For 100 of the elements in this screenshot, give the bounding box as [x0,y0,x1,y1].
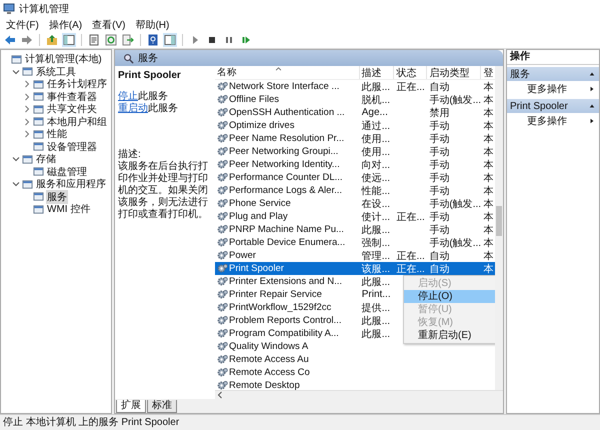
service-name[interactable]: Printer Repair Service [229,289,322,300]
service-name[interactable]: Performance Counter DL... [229,172,343,183]
service-name[interactable]: Plug and Play [229,211,288,222]
column-header[interactable]: 启动类型 [427,66,482,79]
menu-item[interactable]: 帮助(H) [135,18,170,32]
service-action-link[interactable]: 停止 [118,91,138,102]
table-cell-text: 本 [483,224,494,236]
expanded-chevron-icon[interactable] [12,155,20,164]
table-cell-text: 正在... [396,80,425,93]
tree-item[interactable]: 系统工具 [35,64,77,79]
collapsed-chevron-icon[interactable] [23,130,31,138]
vertical-scrollbar[interactable] [495,66,503,390]
tree-item[interactable]: 服务和应用程序 [35,177,107,192]
tree-item[interactable]: 共享文件夹 [46,102,98,116]
service-name[interactable]: Peer Name Resolution Pr... [229,133,344,144]
service-name[interactable]: Program Compatibility A... [229,328,339,339]
menu-item[interactable]: 文件(F) [6,18,39,32]
expanded-chevron-icon[interactable] [12,180,20,188]
gear-icon [217,120,228,131]
service-name[interactable]: PrintWorkflow_1529f2cc [229,302,332,313]
service-name[interactable]: PNRP Machine Name Pu... [229,224,344,235]
tree-item[interactable]: 存储 [35,152,57,166]
table-cell-text: 手动 [429,132,450,145]
table-cell-text: 此服... [362,80,390,93]
service-name[interactable]: Remote Access Au [229,354,309,365]
service-name[interactable]: Quality Windows A [229,341,308,352]
gear-icon [217,276,228,287]
tree-item[interactable]: 本地用户和组 [46,114,108,129]
tree-item[interactable]: 事件查看器 [46,90,98,104]
table-cell-text: 本 [483,120,494,132]
expanded-chevron-icon[interactable] [12,68,20,76]
tree-pane-icon[interactable] [62,33,76,47]
service-name[interactable]: Performance Logs & Aler... [229,185,342,196]
table-cell-text: 管理... [362,250,390,262]
collapsed-chevron-icon[interactable] [23,92,31,101]
pane-title: 服务 [138,52,158,65]
column-header[interactable]: 名称 [215,66,360,79]
gear-icon [217,211,228,222]
column-header[interactable]: 登 [481,66,495,79]
back-arrow-icon[interactable] [3,33,17,47]
actions-section-header[interactable]: 服务 [507,67,599,81]
service-name[interactable]: Peer Networking Groupi... [229,146,338,157]
service-name[interactable]: Printer Extensions and N... [229,276,342,287]
collapsed-chevron-icon[interactable] [23,105,31,114]
action-item[interactable]: 更多操作 [527,114,567,128]
service-name[interactable]: Optimize drives [229,120,294,131]
properties-icon[interactable] [87,33,101,47]
magnifier-icon [123,52,134,64]
tree-item[interactable]: 磁盘管理 [46,164,88,179]
service-name[interactable]: Print Spooler [229,263,284,274]
help-icon[interactable] [146,33,160,47]
service-name[interactable]: Power [229,250,256,261]
service-name[interactable]: Network Store Interface ... [229,81,340,92]
service-name[interactable]: Phone Service [229,198,291,209]
menu-item[interactable]: 操作(A) [48,18,82,32]
service-name[interactable]: Problem Reports Control... [229,315,342,326]
submenu-arrow-icon[interactable] [589,86,595,92]
service-name[interactable]: Peer Networking Identity... [229,159,340,170]
forward-arrow-icon[interactable] [20,33,34,47]
column-header[interactable]: 描述 [360,66,394,79]
action-item[interactable]: 更多操作 [527,82,567,96]
context-menu-item[interactable]: 停止(O) [404,290,498,303]
table-cell-text: 本 [483,106,494,119]
service-name[interactable]: Remote Access Co [229,367,310,378]
tree-item[interactable]: WMI 控件 [46,202,92,216]
collapse-triangle-icon[interactable] [589,71,595,77]
export-icon[interactable] [121,33,135,47]
menu-item[interactable]: 查看(V) [92,18,126,32]
folder-up-icon[interactable] [45,33,59,47]
service-name[interactable]: Portable Device Enumera... [229,237,346,248]
collapsed-chevron-icon[interactable] [23,118,31,126]
view-tab[interactable]: 标准 [147,400,177,413]
tree-item[interactable]: 性能 [46,127,68,142]
collapse-triangle-icon[interactable] [589,103,595,109]
service-name[interactable]: Offline Files [229,94,279,105]
table-cell-text: 使计... [362,210,390,223]
table-cell-text: 性能... [362,184,390,197]
table-cell: Age... [362,107,388,118]
actions-section-header[interactable]: Print Spooler [507,99,599,113]
table-cell-text: 正在... [396,250,425,262]
window-icon [33,116,44,128]
service-action-link[interactable]: 重启动 [118,103,148,114]
context-menu-item[interactable]: 重新启动(E) [404,329,498,342]
gear-icon [217,289,228,300]
refresh-icon[interactable] [104,33,118,47]
view-tab[interactable]: 扩展 [116,400,146,413]
service-name[interactable]: Remote Desktop [229,380,300,391]
status-bar: 停止 本地计算机 上的服务 Print Spooler [0,414,600,430]
view-pane-icon[interactable] [163,33,177,47]
table-cell-text: 在设... [362,198,390,210]
horizontal-scrollbar[interactable] [215,390,503,399]
tree-item[interactable]: 服务 [46,190,68,204]
column-header[interactable]: 状态 [394,66,428,79]
tree-item[interactable]: 任务计划程序 [46,77,108,92]
gear-icon [217,107,228,118]
tree-item[interactable]: 计算机管理(本地) [24,52,103,66]
submenu-arrow-icon[interactable] [589,118,595,124]
collapsed-chevron-icon[interactable] [23,80,31,88]
service-name[interactable]: OpenSSH Authentication ... [229,107,345,118]
tree-item[interactable]: 设备管理器 [46,140,98,154]
